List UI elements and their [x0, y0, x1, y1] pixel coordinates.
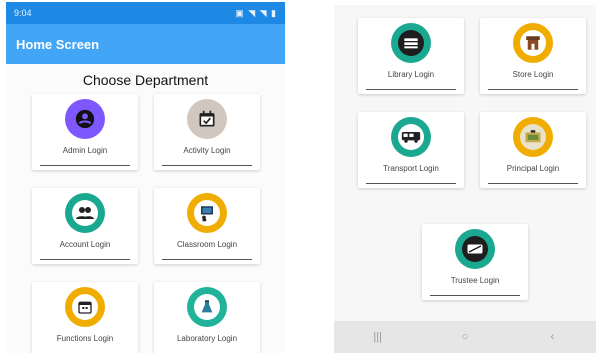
right-phone-screen: Library Login Store Login Transport Logi…	[334, 5, 596, 353]
transport-login-label: Transport Login	[383, 164, 439, 173]
laboratory-login-label: Laboratory Login	[176, 334, 238, 343]
home-button[interactable]: ○	[450, 331, 480, 343]
divider	[40, 165, 130, 166]
classroom-login-label: Classroom Login	[176, 240, 238, 249]
divider	[488, 89, 578, 90]
principal-login-label: Principal Login	[506, 164, 560, 173]
page-title: Choose Department	[82, 72, 209, 88]
laboratory-login-card[interactable]: Laboratory Login	[154, 282, 260, 353]
transport-login-card[interactable]: Transport Login	[358, 112, 464, 188]
bus-icon	[391, 117, 431, 157]
back-button[interactable]: ‹	[537, 331, 567, 343]
trustee-login-card[interactable]: Trustee Login	[422, 224, 528, 300]
divider	[162, 259, 252, 260]
divider	[488, 183, 578, 184]
left-phone-screen: 9:04 ▣ ◥ ◥ ▮ Home Screen Choose Departme…	[6, 2, 285, 353]
functions-login-card[interactable]: Functions Login	[32, 282, 138, 353]
activity-login-card[interactable]: Activity Login	[154, 94, 260, 170]
divider	[40, 259, 130, 260]
trustee-login-label: Trustee Login	[450, 276, 500, 285]
account-login-card[interactable]: Account Login	[32, 188, 138, 264]
app-bar-title: Home Screen	[16, 36, 100, 52]
library-login-card[interactable]: Library Login	[358, 18, 464, 94]
divider	[366, 89, 456, 90]
store-login-label: Store Login	[512, 70, 554, 79]
principal-icon	[513, 117, 553, 157]
store-icon	[513, 23, 553, 63]
functions-login-label: Functions Login	[56, 334, 114, 343]
status-bar: 9:04 ▣ ◥ ◥ ▮	[6, 2, 285, 24]
store-login-card[interactable]: Store Login	[480, 18, 586, 94]
admin-login-label: Admin Login	[62, 146, 108, 155]
lab-icon	[187, 287, 227, 327]
library-login-label: Library Login	[387, 70, 435, 79]
status-icons: ▣ ◥ ◥ ▮	[235, 7, 277, 18]
trustee-icon	[455, 229, 495, 269]
app-bar: Home Screen	[6, 24, 285, 64]
principal-login-card[interactable]: Principal Login	[480, 112, 586, 188]
people-icon	[65, 193, 105, 233]
activity-login-label: Activity Login	[183, 146, 231, 155]
divider	[366, 183, 456, 184]
divider	[162, 165, 252, 166]
recents-button[interactable]: |||	[363, 331, 393, 343]
books-icon	[391, 23, 431, 63]
classroom-icon	[187, 193, 227, 233]
account-login-label: Account Login	[59, 240, 111, 249]
divider	[430, 295, 520, 296]
calendar-icon	[65, 287, 105, 327]
status-time: 9:04	[14, 8, 32, 18]
system-nav-bar: ||| ○ ‹	[334, 321, 596, 353]
admin-login-card[interactable]: Admin Login	[32, 94, 138, 170]
classroom-login-card[interactable]: Classroom Login	[154, 188, 260, 264]
calendar-check-icon	[187, 99, 227, 139]
person-icon	[65, 99, 105, 139]
